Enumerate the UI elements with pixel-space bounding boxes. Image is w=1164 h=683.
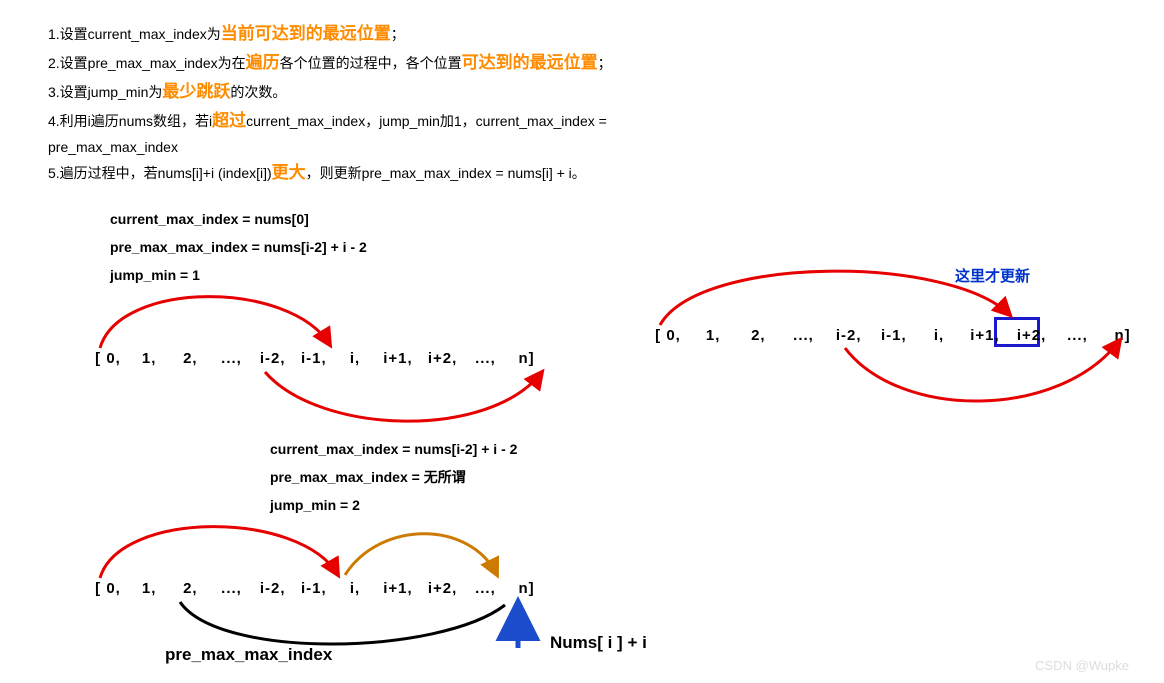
cell: i+1, xyxy=(970,327,999,344)
cell: i+2, xyxy=(1017,327,1046,344)
highlight: 超过 xyxy=(212,111,246,130)
highlight: 更大 xyxy=(272,163,306,182)
cell: n] xyxy=(514,580,540,597)
code-line: pre_max_max_index = nums[i-2] + i - 2 xyxy=(110,233,367,261)
code-line: current_max_index = nums[0] xyxy=(110,205,367,233)
instr-line-2: 2.设置pre_max_max_index为在遍历各个位置的过程中，各个位置可达… xyxy=(48,49,1164,78)
instr-line-5: 5.遍历过程中，若nums[i]+i (index[i])更大，则更新pre_m… xyxy=(48,159,1164,188)
instr-line-1: 1.设置current_max_index为当前可达到的最远位置； xyxy=(48,20,1164,49)
cell: ..., xyxy=(219,580,245,597)
cell: ..., xyxy=(472,580,498,597)
instr-line-4: 4.利用i遍历nums数组，若i超过current_max_index，jump… xyxy=(48,107,1164,136)
cell: [ 0, xyxy=(95,580,121,597)
cell: i-1, xyxy=(301,580,327,597)
state-block-2: current_max_index = nums[i-2] + i - 2 pr… xyxy=(270,435,517,519)
cell: n] xyxy=(514,350,540,367)
cell: ..., xyxy=(790,327,818,344)
cell: [ 0, xyxy=(654,327,682,344)
instructions: 1.设置current_max_index为当前可达到的最远位置； 2.设置pr… xyxy=(0,0,1164,188)
cell: 2, xyxy=(177,350,203,367)
cell: 1, xyxy=(136,350,162,367)
highlight: 可达到的最远位置 xyxy=(462,53,598,72)
cell: i+1, xyxy=(383,350,412,367)
instr-line-4b: pre_max_max_index xyxy=(48,136,1164,160)
cell: ..., xyxy=(1063,327,1091,344)
txt: 各个位置的过程中，各个位置 xyxy=(280,55,462,71)
label-pre-max: pre_max_max_index xyxy=(165,645,332,665)
code-line: jump_min = 1 xyxy=(110,261,367,289)
cell: i+1, xyxy=(383,580,412,597)
code-line: pre_max_max_index = 无所谓 xyxy=(270,463,517,491)
highlight: 最少跳跃 xyxy=(162,82,230,101)
highlight: 遍历 xyxy=(246,53,280,72)
array-3: [ 0, 1, 2, ..., i-2, i-1, i, i+1, i+2, .… xyxy=(90,580,545,597)
cell: 1, xyxy=(136,580,162,597)
txt: 5.遍历过程中，若nums[i]+i (index[i]) xyxy=(48,165,272,181)
txt: ； xyxy=(391,26,405,42)
cell: [ 0, xyxy=(95,350,121,367)
cell: ..., xyxy=(472,350,498,367)
array-2: [ 0, 1, 2, ..., i-2, i-1, i, i+1, i+2, .… xyxy=(648,327,1143,344)
cell: 1, xyxy=(699,327,727,344)
cell: i+2, xyxy=(428,580,457,597)
txt: ，则更新pre_max_max_index = nums[i] + i。 xyxy=(306,165,586,181)
array-1: [ 0, 1, 2, ..., i-2, i-1, i, i+1, i+2, .… xyxy=(90,350,545,367)
cell: i, xyxy=(925,327,953,344)
txt: 2.设置pre_max_max_index为在 xyxy=(48,55,246,71)
state-block-1: current_max_index = nums[0] pre_max_max_… xyxy=(110,205,367,289)
txt: 4.利用i遍历nums数组，若i xyxy=(48,113,212,129)
cell: n] xyxy=(1109,327,1137,344)
highlight: 当前可达到的最远位置 xyxy=(221,24,391,43)
cell: ..., xyxy=(219,350,245,367)
cell: i, xyxy=(342,350,368,367)
cell: 2, xyxy=(744,327,772,344)
txt: 3.设置jump_min为 xyxy=(48,84,162,100)
cell: i-1, xyxy=(301,350,327,367)
txt: 1.设置current_max_index为 xyxy=(48,26,221,42)
cell: 2, xyxy=(177,580,203,597)
cell: i+2, xyxy=(428,350,457,367)
callout-update: 这里才更新 xyxy=(955,265,1030,286)
code-line: jump_min = 2 xyxy=(270,491,517,519)
cell: i-1, xyxy=(880,327,908,344)
cell: i-2, xyxy=(835,327,863,344)
cell: i-2, xyxy=(260,350,286,367)
txt: ； xyxy=(598,55,612,71)
code-line: current_max_index = nums[i-2] + i - 2 xyxy=(270,435,517,463)
instr-line-3: 3.设置jump_min为最少跳跃的次数。 xyxy=(48,78,1164,107)
watermark: CSDN @Wupke xyxy=(1035,658,1129,673)
cell: i-2, xyxy=(260,580,286,597)
txt: current_max_index，jump_min加1，current_max… xyxy=(246,113,607,129)
txt: 的次数。 xyxy=(230,84,286,100)
txt: pre_max_max_index xyxy=(48,139,178,155)
cell: i, xyxy=(342,580,368,597)
label-nums-i: Nums[ i ] + i xyxy=(550,633,647,653)
